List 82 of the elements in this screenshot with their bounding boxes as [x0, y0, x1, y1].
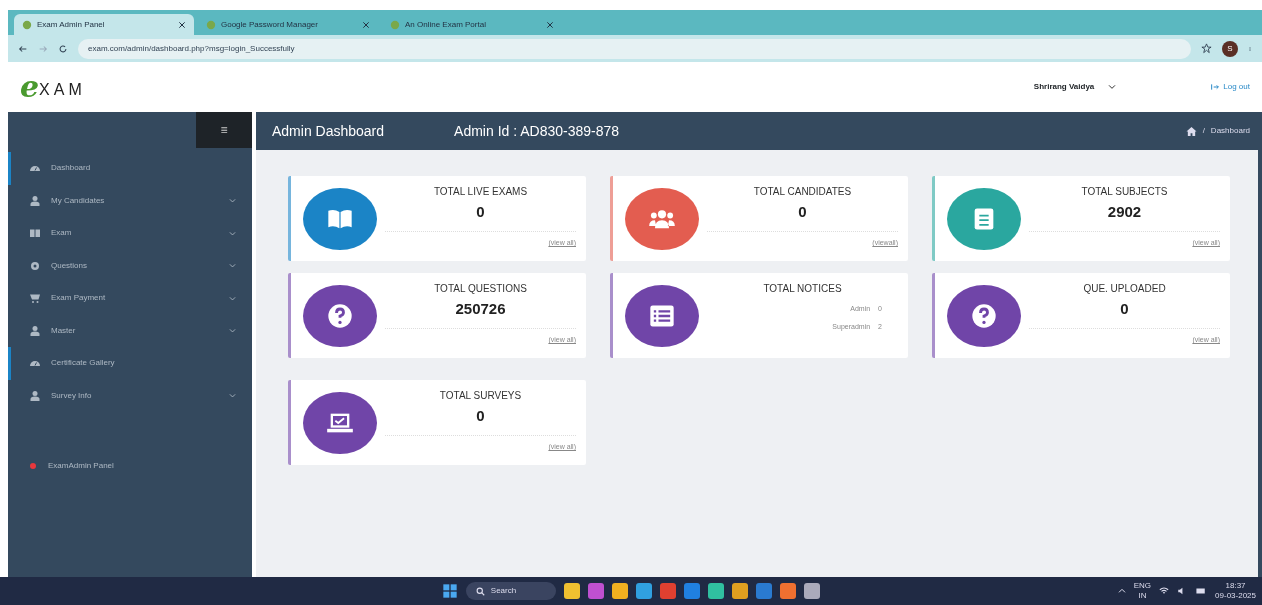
- taskbar-app-icon[interactable]: [804, 583, 821, 599]
- card-value: 2902: [1107, 201, 1142, 222]
- breadcrumb-link[interactable]: Dashboard: [1210, 125, 1250, 137]
- favicon-icon: [390, 19, 400, 30]
- close-icon: [178, 20, 186, 29]
- close-icon: [362, 20, 370, 29]
- chevron-icon: [229, 392, 236, 400]
- user-name[interactable]: Shrirang Vaidya: [1033, 81, 1095, 93]
- clock-time[interactable]: 18:37: [1225, 581, 1246, 591]
- sidebar-item[interactable]: Certificate Gallery: [8, 347, 252, 380]
- language-code[interactable]: ENG: [1133, 581, 1152, 591]
- star-icon: [1201, 43, 1212, 54]
- breadcrumb-separator: /: [1202, 125, 1205, 137]
- card-value: 0: [476, 201, 485, 222]
- sidebar-item[interactable]: Dashboard: [8, 152, 252, 185]
- start-icon: [441, 583, 458, 599]
- sidebar-item[interactable]: Exam: [8, 217, 252, 250]
- profile-avatar[interactable]: S: [1222, 40, 1238, 57]
- taskbar-search[interactable]: Search: [465, 582, 557, 600]
- favicon-icon: [206, 19, 216, 30]
- caret-icon: [1108, 83, 1117, 91]
- taskbar-app-icon[interactable]: [708, 583, 725, 599]
- chevron-up-icon: [1117, 587, 1126, 595]
- taskbar-app-icon[interactable]: [636, 583, 653, 599]
- card-value: 250726: [455, 298, 506, 319]
- search-icon: [475, 586, 485, 596]
- cart-icon: [29, 292, 41, 305]
- chevron-icon: [229, 229, 236, 237]
- admin-id: Admin Id : AD830-389-878: [454, 121, 620, 141]
- person-icon: [29, 194, 41, 207]
- question-icon: [326, 301, 354, 330]
- card-value: 0: [1120, 298, 1129, 319]
- logo: eXAM: [20, 72, 86, 102]
- card-title: TOTAL SUBJECTS: [1081, 184, 1168, 199]
- sidebar-item[interactable]: My Candidates: [8, 184, 252, 217]
- sidebar-item[interactable]: Master: [8, 314, 252, 347]
- menu-button[interactable]: ≡: [196, 112, 252, 148]
- browser-tab[interactable]: Google Password Manager: [198, 14, 378, 35]
- chevron-icon: [229, 197, 236, 205]
- back-icon: [18, 43, 28, 54]
- wifi-icon: [1159, 586, 1170, 596]
- favicon-icon: [22, 19, 32, 30]
- chevron-icon: [229, 327, 236, 335]
- card-value: 0: [798, 201, 807, 222]
- taskbar-app-icon[interactable]: [588, 583, 605, 599]
- forward-icon: [38, 43, 48, 54]
- page-title: Admin Dashboard: [272, 121, 385, 141]
- person-icon: [29, 389, 41, 402]
- status-dot: [30, 463, 36, 469]
- sidebar-item[interactable]: Exam Payment: [8, 282, 252, 315]
- taskbar-app-icon[interactable]: [732, 583, 749, 599]
- region-code[interactable]: IN: [1138, 591, 1147, 601]
- card-title: TOTAL NOTICES: [763, 281, 842, 296]
- person-icon: [29, 324, 41, 337]
- logout-link[interactable]: Log out: [1211, 81, 1250, 93]
- taskbar-app-icon[interactable]: [780, 583, 797, 599]
- battery-icon: [1195, 586, 1208, 596]
- clock-date[interactable]: 09-03-2025: [1215, 591, 1256, 601]
- close-icon: [546, 20, 554, 29]
- taskbar-app-icon[interactable]: [564, 583, 581, 599]
- taskbar-app-icon[interactable]: [612, 583, 629, 599]
- reload-icon: [58, 43, 68, 54]
- sidebar-item[interactable]: Questions: [8, 249, 252, 282]
- gear-icon: [29, 259, 41, 272]
- chevron-icon: [229, 262, 236, 270]
- card-value: 0: [476, 405, 485, 426]
- browser-tab[interactable]: Exam Admin Panel: [14, 14, 194, 35]
- card-title: TOTAL QUESTIONS: [434, 281, 527, 296]
- card-title: QUE. UPLOADED: [1083, 281, 1166, 296]
- card-title: TOTAL SURVEYS: [439, 388, 522, 403]
- book-icon: [29, 227, 41, 240]
- browser-tab[interactable]: An Online Exam Portal: [382, 14, 562, 35]
- card-title: TOTAL CANDIDATES: [753, 184, 852, 199]
- sidebar-footer-text: ExamAdmin Panel: [48, 460, 114, 472]
- sidebar-item[interactable]: Survey Info: [8, 379, 252, 412]
- card-title: TOTAL LIVE EXAMS: [433, 184, 528, 199]
- question-icon: [970, 301, 998, 330]
- home-icon: [1185, 125, 1197, 137]
- chevron-icon: [229, 294, 236, 302]
- address-field[interactable]: exam.com/admin/dashboard.php?msg=login_Successfully: [78, 38, 1191, 59]
- taskbar-app-icon[interactable]: [684, 583, 701, 599]
- logout-icon: [1211, 83, 1220, 91]
